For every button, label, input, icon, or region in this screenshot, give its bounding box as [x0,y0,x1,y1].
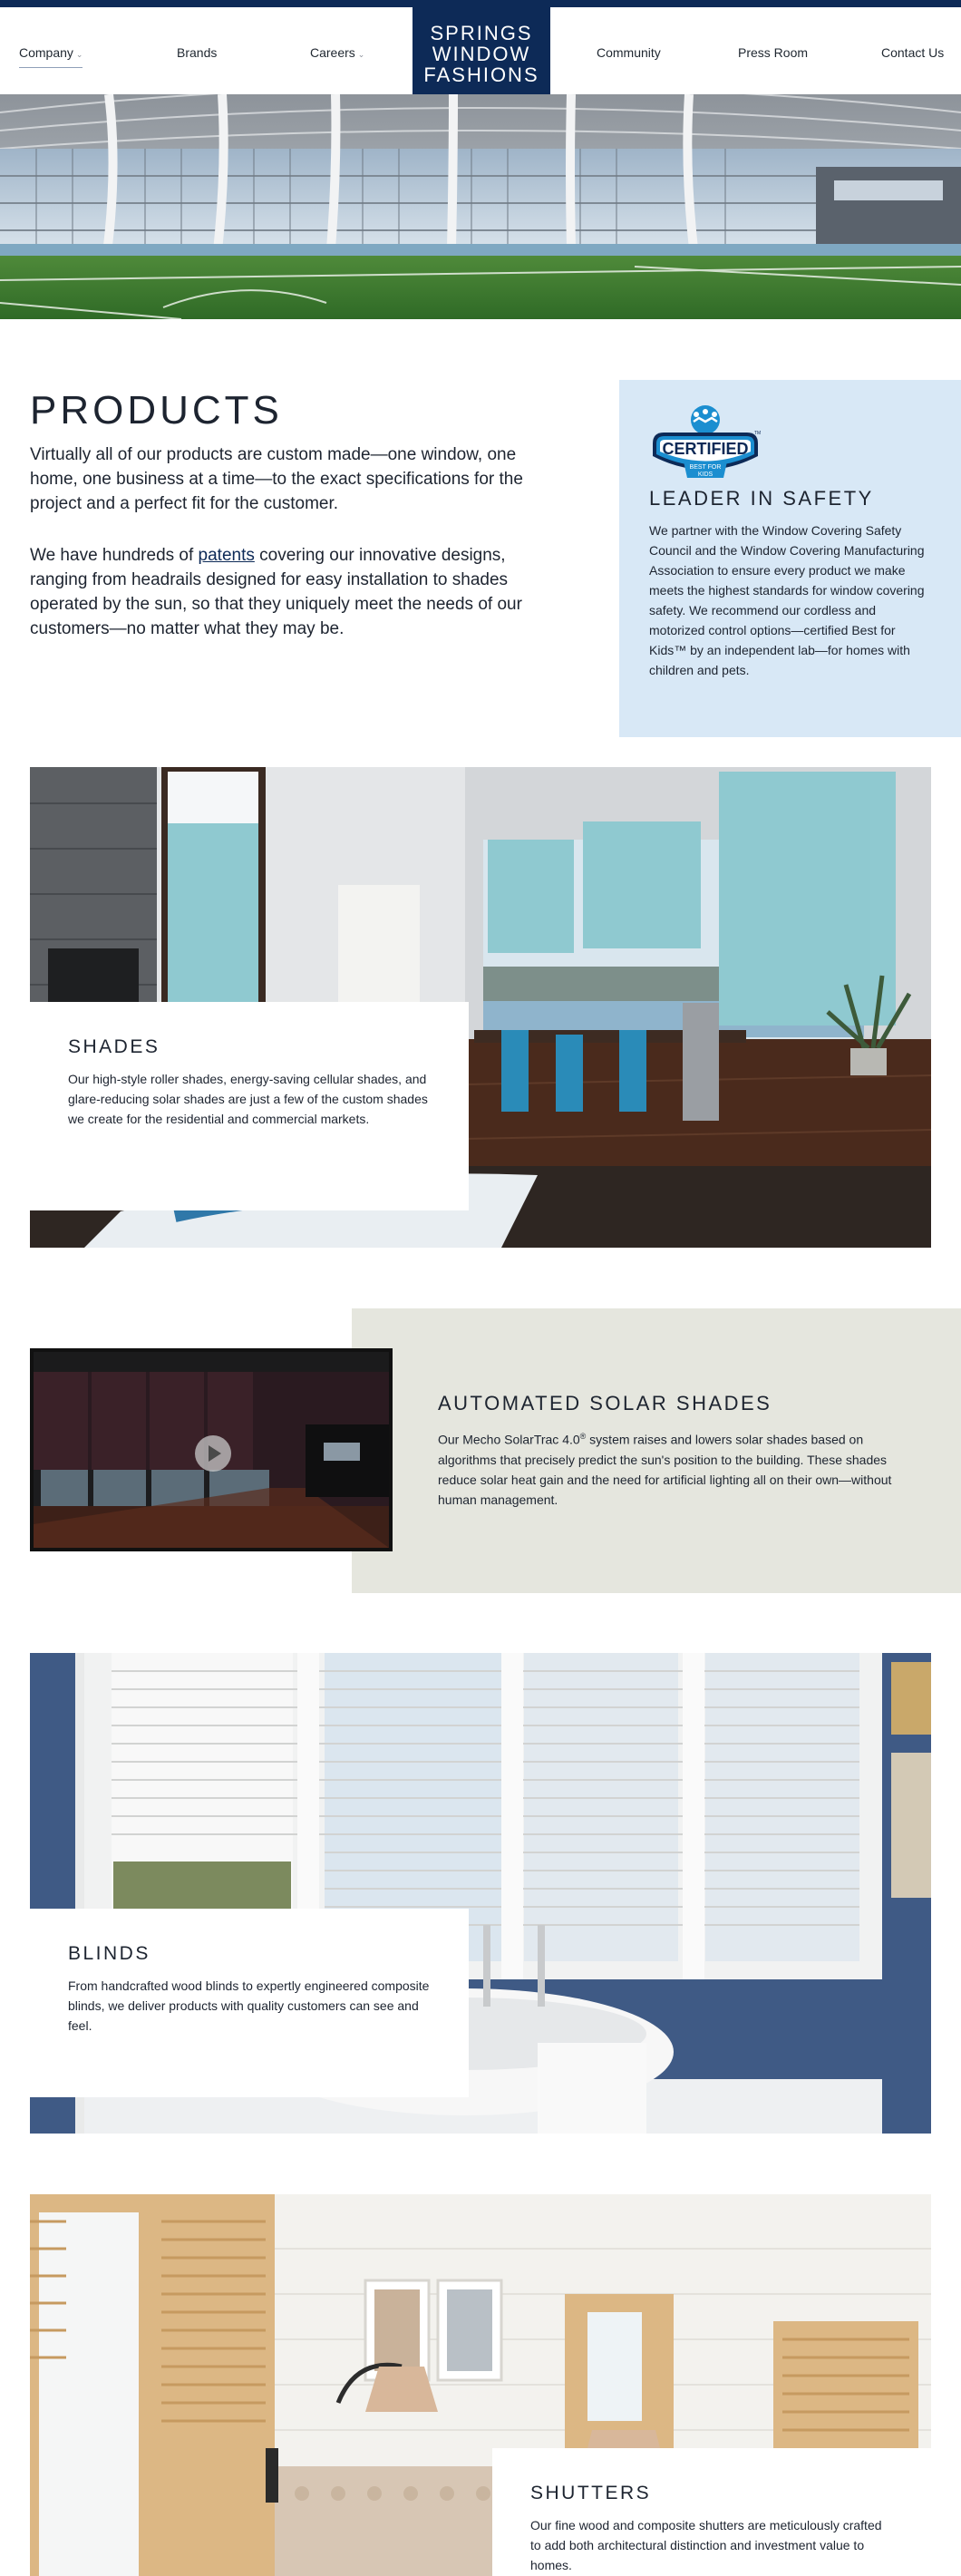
badge-sub-text: BEST FOR [690,464,722,471]
paragraph-text: We have hundreds of [30,546,199,565]
shades-card: SHADES Our high-style roller shades, ene… [30,1002,469,1210]
products-heading: PRODUCTS [30,388,283,433]
logo-line: FASHIONS [423,63,539,86]
nav-item-label: Careers [310,45,355,60]
shutters-text: Our fine wood and composite shutters are… [530,2518,882,2572]
hero-image-indoor-field [0,94,961,319]
solar-text-part: Our Mecho SolarTrac 4.0 [438,1432,580,1447]
leader-in-safety-panel: CERTIFIED BEST FOR KIDS TM LEADER IN SAF… [619,380,961,737]
logo-line: SPRINGS [430,22,533,44]
play-icon[interactable] [195,1435,231,1472]
chevron-down-icon: ⌄ [357,50,365,59]
blinds-title: BLINDS [68,1943,150,1964]
nav-active-underline [19,67,83,68]
solar-shades-text: Our Mecho SolarTrac 4.0® system raises a… [438,1426,909,1510]
solar-shades-content: AUTOMATED SOLAR SHADES Our Mecho SolarTr… [438,1392,909,1510]
solar-shades-video[interactable] [30,1348,393,1551]
badge-trademark: TM [754,431,761,436]
logo-line: WINDOW [432,43,531,65]
nav-item-company[interactable]: Company ⌄ [19,45,83,68]
nav-item-label: Brands [177,45,218,60]
safety-text: We partner with the Window Covering Safe… [649,523,925,677]
nav-item-label: Contact Us [881,45,945,60]
products-intro-paragraph: Virtually all of our products are custom… [30,445,523,513]
blinds-card: BLINDS From handcrafted wood blinds to e… [30,1909,469,2097]
blinds-text: From handcrafted wood blinds to expertly… [68,1978,430,2033]
nav-item-label: Community [597,45,661,60]
shades-title: SHADES [68,1036,160,1057]
certified-best-for-kids-badge: CERTIFIED BEST FOR KIDS TM [653,405,761,478]
nav-item-label: Company [19,45,73,60]
shutters-title: SHUTTERS [530,2483,652,2503]
nav-item-community[interactable]: Community [597,45,661,60]
nav-item-press-room[interactable]: Press Room [738,45,808,60]
nav-item-brands[interactable]: Brands [177,45,217,60]
nav-item-contact-us[interactable]: Contact Us [881,45,944,60]
patents-link[interactable]: patents [199,546,255,565]
badge-sub-text: KIDS [698,471,713,478]
safety-title: LEADER IN SAFETY [649,487,874,510]
nav-item-label: Press Room [738,45,809,60]
shades-text: Our high-style roller shades, energy-sav… [68,1072,428,1126]
shutters-card: SHUTTERS Our fine wood and composite shu… [492,2448,931,2576]
top-accent-bar [0,0,961,7]
products-patents-paragraph: We have hundreds of patents covering our… [30,543,538,641]
solar-shades-title: AUTOMATED SOLAR SHADES [438,1392,772,1414]
badge-text: CERTIFIED [662,440,748,458]
chevron-down-icon: ⌄ [75,50,83,59]
nav-item-careers[interactable]: Careers ⌄ [310,45,364,60]
